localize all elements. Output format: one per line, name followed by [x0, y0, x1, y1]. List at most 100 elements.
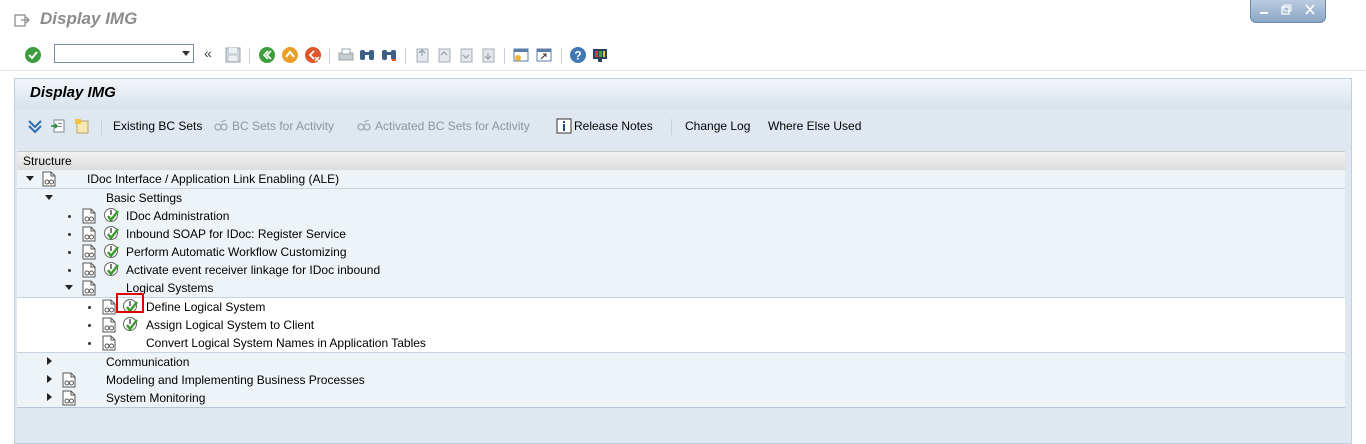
- exit-icon[interactable]: [281, 46, 299, 64]
- documentation-icon[interactable]: [62, 390, 76, 406]
- app-title-bar: Display IMG: [15, 79, 1351, 109]
- activated-bc-sets-button[interactable]: Activated BC Sets for Activity: [375, 119, 530, 133]
- existing-bc-sets-button[interactable]: Existing BC Sets: [113, 119, 202, 133]
- tree-node-label: Assign Logical System to Client: [146, 318, 315, 332]
- expand-subtree-icon[interactable]: [27, 118, 43, 134]
- execute-activity-icon[interactable]: [103, 207, 120, 224]
- tree-node-convert-logical-system[interactable]: Convert Logical System Names in Applicat…: [17, 334, 1345, 353]
- documentation-icon[interactable]: [82, 226, 96, 242]
- customize-layout-icon[interactable]: [591, 46, 609, 64]
- find-next-icon[interactable]: [380, 46, 398, 64]
- collapse-arrow-icon[interactable]: [26, 176, 34, 181]
- position-cursor-icon[interactable]: [50, 118, 66, 134]
- execute-activity-icon[interactable]: [103, 243, 120, 260]
- standard-toolbar: « ?: [0, 40, 1366, 71]
- command-field[interactable]: [54, 44, 194, 63]
- toolbar-separator: [405, 48, 406, 64]
- create-session-icon[interactable]: [512, 46, 530, 64]
- tree-node-ale[interactable]: IDoc Interface / Application Link Enabli…: [17, 170, 1345, 189]
- documentation-icon[interactable]: [82, 280, 96, 296]
- menu-exit-icon[interactable]: [14, 12, 30, 28]
- img-structure-tree: Structure IDoc Interface / Application L…: [17, 151, 1345, 443]
- tree-node-label: Activate event receiver linkage for IDoc…: [126, 263, 381, 277]
- tree-node-inbound-soap[interactable]: Inbound SOAP for IDoc: Register Service: [17, 225, 1345, 243]
- page-title: Display IMG: [30, 84, 116, 101]
- enter-icon[interactable]: [24, 46, 42, 64]
- tree-node-logical-systems[interactable]: Logical Systems: [17, 279, 1345, 298]
- toolbar-separator: [101, 119, 102, 135]
- expand-arrow-icon[interactable]: [47, 393, 52, 401]
- expand-arrow-icon[interactable]: [47, 357, 52, 365]
- tree-node-assign-logical-system[interactable]: Assign Logical System to Client: [17, 316, 1345, 334]
- window-title: Display IMG: [40, 9, 138, 28]
- execute-activity-icon[interactable]: [122, 316, 139, 333]
- tree-node-label: Basic Settings: [106, 191, 183, 205]
- note-icon[interactable]: [74, 118, 90, 134]
- execute-activity-icon[interactable]: [103, 261, 120, 278]
- tree-node-define-logical-system[interactable]: Define Logical System: [17, 298, 1345, 316]
- back-icon[interactable]: [258, 46, 276, 64]
- collapse-arrow-icon[interactable]: [65, 285, 73, 290]
- tree-node-communication[interactable]: Communication: [17, 353, 1345, 371]
- tree-column-header: Structure: [17, 151, 1345, 171]
- save-icon[interactable]: [224, 46, 242, 64]
- chevron-down-icon[interactable]: [182, 51, 190, 56]
- execute-activity-icon[interactable]: [103, 225, 120, 242]
- documentation-icon[interactable]: [82, 244, 96, 260]
- collapse-arrow-icon[interactable]: [45, 195, 53, 200]
- tree-node-label: Convert Logical System Names in Applicat…: [146, 336, 426, 350]
- documentation-icon[interactable]: [42, 171, 56, 187]
- minimize-icon[interactable]: [1257, 3, 1271, 16]
- window-title-bar: Display IMG: [0, 0, 1366, 40]
- leaf-bullet: [68, 269, 71, 272]
- release-notes-button[interactable]: Release Notes: [574, 119, 653, 133]
- previous-page-icon[interactable]: [435, 46, 453, 64]
- leaf-bullet: [68, 215, 71, 218]
- window-controls: [1250, 0, 1326, 23]
- tree-node-label: Perform Automatic Workflow Customizing: [126, 245, 347, 259]
- svg-text:?: ?: [574, 49, 581, 63]
- tree-node-modeling[interactable]: Modeling and Implementing Business Proce…: [17, 371, 1345, 389]
- tree-node-label: Define Logical System: [146, 300, 266, 314]
- first-page-icon[interactable]: [413, 46, 431, 64]
- collapse-chevron-icon[interactable]: «: [204, 45, 212, 61]
- help-icon[interactable]: ?: [569, 46, 587, 64]
- expand-arrow-icon[interactable]: [47, 375, 52, 383]
- leaf-bullet: [88, 342, 91, 345]
- application-area: Display IMG Existing BC Sets BC Sets for…: [14, 78, 1352, 444]
- tree-node-label: Inbound SOAP for IDoc: Register Service: [126, 227, 346, 241]
- tree-node-label: IDoc Interface / Application Link Enabli…: [87, 172, 340, 186]
- leaf-bullet: [88, 306, 91, 309]
- cancel-icon[interactable]: [304, 46, 322, 64]
- tree-node-label: Modeling and Implementing Business Proce…: [106, 373, 365, 387]
- where-else-used-button[interactable]: Where Else Used: [768, 119, 861, 133]
- bc-sets-for-activity-button[interactable]: BC Sets for Activity: [232, 119, 334, 133]
- find-icon[interactable]: [358, 46, 376, 64]
- documentation-icon[interactable]: [62, 372, 76, 388]
- tree-node-idoc-administration[interactable]: IDoc Administration: [17, 207, 1345, 225]
- tree-node-basic-settings[interactable]: Basic Settings: [17, 189, 1345, 207]
- tree-node-workflow-customizing[interactable]: Perform Automatic Workflow Customizing: [17, 243, 1345, 261]
- close-icon[interactable]: [1303, 3, 1317, 16]
- highlight-box: [116, 293, 144, 313]
- application-toolbar: Existing BC Sets BC Sets for Activity Ac…: [15, 113, 1351, 141]
- documentation-icon[interactable]: [102, 299, 116, 315]
- next-page-icon[interactable]: [457, 46, 475, 64]
- last-page-icon[interactable]: [479, 46, 497, 64]
- leaf-bullet: [88, 324, 91, 327]
- information-icon: [556, 118, 572, 134]
- documentation-icon[interactable]: [82, 208, 96, 224]
- documentation-icon[interactable]: [102, 317, 116, 333]
- create-shortcut-icon[interactable]: [535, 46, 553, 64]
- tree-node-label: Communication: [106, 355, 190, 369]
- change-log-button[interactable]: Change Log: [685, 119, 750, 133]
- tree-node-event-receiver[interactable]: Activate event receiver linkage for IDoc…: [17, 261, 1345, 279]
- documentation-icon[interactable]: [102, 335, 116, 351]
- restore-icon[interactable]: [1279, 3, 1293, 16]
- activated-bc-set-icon: [357, 119, 371, 131]
- print-icon[interactable]: [337, 46, 355, 64]
- structure-column-label: Structure: [23, 154, 72, 168]
- tree-node-label: System Monitoring: [106, 391, 206, 405]
- documentation-icon[interactable]: [82, 262, 96, 278]
- tree-node-system-monitoring[interactable]: System Monitoring: [17, 389, 1345, 408]
